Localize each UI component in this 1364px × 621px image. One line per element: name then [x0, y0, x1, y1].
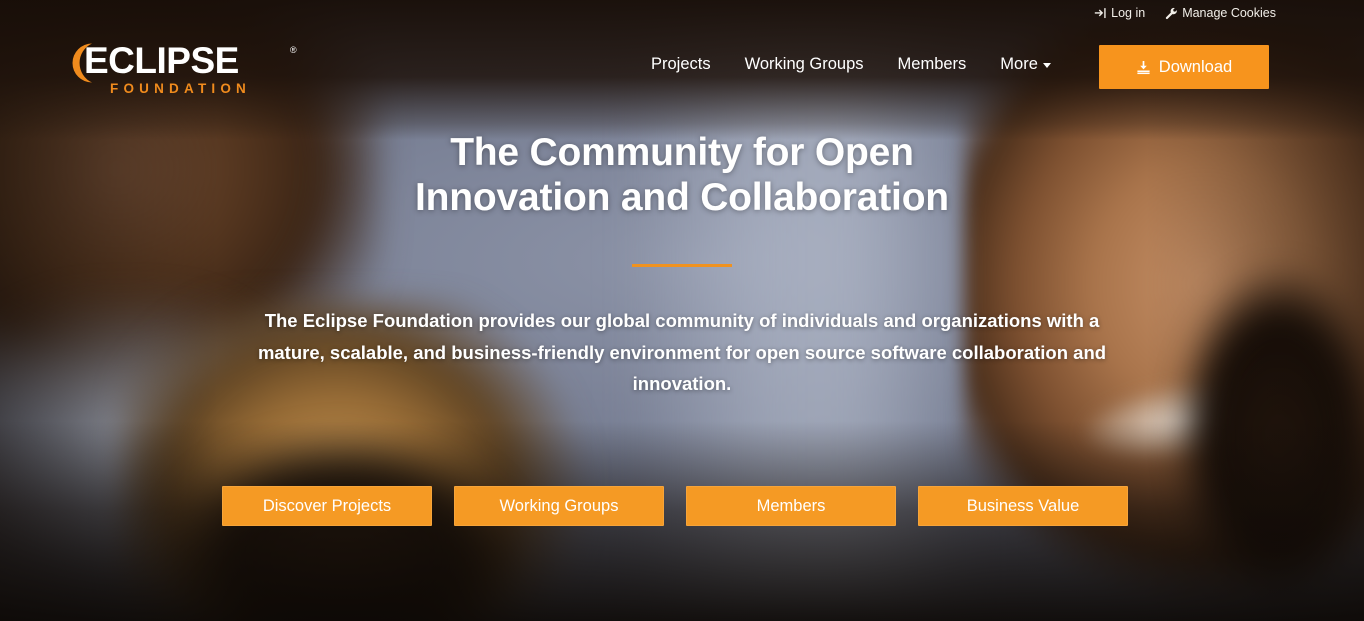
nav-item-projects-label: Projects: [651, 54, 711, 73]
login-link[interactable]: Log in: [1094, 7, 1145, 20]
logo-subwordmark: FOUNDATION: [110, 81, 251, 96]
cta-working-groups-label: Working Groups: [499, 496, 619, 515]
download-button-label: Download: [1158, 57, 1233, 76]
utility-bar: Log in Manage Cookies: [0, 0, 1364, 26]
cta-business-value-label: Business Value: [966, 496, 1080, 515]
hero-subtitle: The Eclipse Foundation provides our glob…: [257, 310, 1107, 394]
manage-cookies-label: Manage Cookies: [1182, 5, 1276, 20]
login-label: Log in: [1111, 5, 1146, 20]
cta-business-value-button[interactable]: Business Value: [918, 486, 1128, 526]
nav-item-working-groups-label: Working Groups: [744, 54, 864, 73]
primary-navigation: Projects Working Groups Members More: [634, 26, 1068, 102]
hero-content: The Community for Open Innovation and Co…: [0, 130, 1364, 400]
hero-divider-rule: [632, 264, 732, 267]
cta-working-groups-button[interactable]: Working Groups: [454, 486, 664, 526]
cta-members-label: Members: [756, 496, 826, 515]
hero-cta-row: Discover Projects Working Groups Members…: [222, 486, 1128, 526]
cta-members-button[interactable]: Members: [686, 486, 896, 526]
cta-discover-projects-label: Discover Projects: [262, 496, 392, 515]
site-header: ECLIPSE ® FOUNDATION Projects Working Gr…: [0, 26, 1364, 102]
nav-item-working-groups[interactable]: Working Groups: [728, 46, 881, 83]
nav-item-members[interactable]: Members: [881, 46, 984, 83]
nav-item-projects[interactable]: Projects: [634, 46, 728, 83]
nav-item-more-label: More: [1000, 54, 1038, 73]
chevron-down-icon: [1042, 63, 1051, 68]
download-icon: [1136, 60, 1151, 75]
cta-discover-projects-button[interactable]: Discover Projects: [222, 486, 432, 526]
logo-wordmark: ECLIPSE: [84, 40, 239, 81]
hero-title: The Community for Open Innovation and Co…: [415, 131, 949, 219]
sign-in-icon: [1094, 7, 1107, 20]
download-button[interactable]: Download: [1099, 45, 1269, 89]
eclipse-foundation-homepage: Log in Manage Cookies ECLIPSE ® FOUNDATI…: [0, 0, 1364, 621]
logo-registered-mark: ®: [290, 45, 297, 55]
wrench-icon: [1165, 7, 1178, 20]
eclipse-foundation-logo[interactable]: ECLIPSE ® FOUNDATION: [62, 40, 302, 98]
nav-item-members-label: Members: [897, 54, 967, 73]
nav-item-more[interactable]: More: [983, 46, 1068, 83]
manage-cookies-link[interactable]: Manage Cookies: [1165, 7, 1276, 20]
